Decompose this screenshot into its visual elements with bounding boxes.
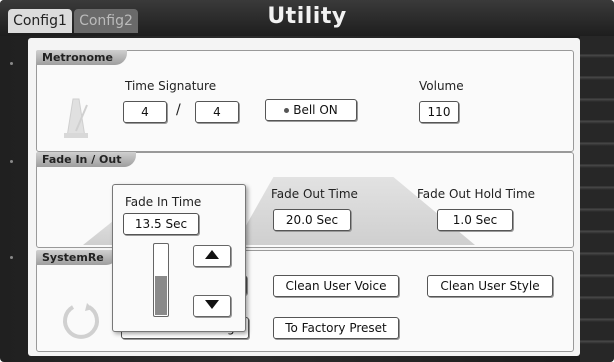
fade-in-time-label: Fade In Time xyxy=(125,195,202,209)
utility-window: Config1 Config2 Utility Metronome Time S… xyxy=(0,0,614,362)
bell-label: Bell ON xyxy=(293,103,338,117)
slider-fill xyxy=(155,276,167,315)
fade-in-popup: Fade In Time 13.5 Sec xyxy=(112,184,246,332)
volume-label: Volume xyxy=(419,79,464,93)
decor-dot xyxy=(10,256,13,259)
section-label-system-reset: SystemRe xyxy=(36,250,118,265)
bell-indicator-icon xyxy=(284,108,290,113)
time-sig-separator: / xyxy=(176,102,181,118)
clean-user-voice-button[interactable]: Clean User Voice xyxy=(273,275,399,297)
time-signature-label: Time Signature xyxy=(125,79,217,93)
title-bar: Config1 Config2 Utility xyxy=(0,0,614,36)
decor-dot xyxy=(10,160,13,163)
fade-out-hold-time-label: Fade Out Hold Time xyxy=(417,187,536,201)
reset-icon xyxy=(63,303,99,339)
fade-in-slider[interactable] xyxy=(153,243,169,317)
triangle-up-icon xyxy=(205,250,219,259)
decor-dot xyxy=(10,62,13,65)
page-title: Utility xyxy=(267,4,347,29)
edge-decoration xyxy=(580,36,614,362)
time-sig-denominator[interactable]: 4 xyxy=(195,101,239,123)
section-label-metronome: Metronome xyxy=(36,50,127,65)
decrease-button[interactable] xyxy=(193,295,231,317)
time-sig-numerator[interactable]: 4 xyxy=(123,101,167,123)
bell-toggle-button[interactable]: Bell ON xyxy=(265,99,357,121)
triangle-down-icon xyxy=(205,300,219,309)
volume-value[interactable]: 110 xyxy=(419,101,459,123)
fade-out-time-value[interactable]: 20.0 Sec xyxy=(273,209,351,231)
fade-out-time-label: Fade Out Time xyxy=(271,187,358,201)
factory-preset-button[interactable]: To Factory Preset xyxy=(273,317,399,339)
clean-user-style-button[interactable]: Clean User Style xyxy=(427,275,553,297)
utility-panel: Metronome Time Signature 4 / 4 Bell ON V… xyxy=(28,38,580,356)
fade-in-time-value[interactable]: 13.5 Sec xyxy=(123,213,199,235)
metronome-section: Metronome Time Signature 4 / 4 Bell ON V… xyxy=(36,50,574,152)
metronome-icon xyxy=(64,98,88,138)
fade-out-hold-time-value[interactable]: 1.0 Sec xyxy=(437,209,513,231)
increase-button[interactable] xyxy=(193,245,231,267)
section-label-fade: Fade In / Out xyxy=(36,152,136,167)
